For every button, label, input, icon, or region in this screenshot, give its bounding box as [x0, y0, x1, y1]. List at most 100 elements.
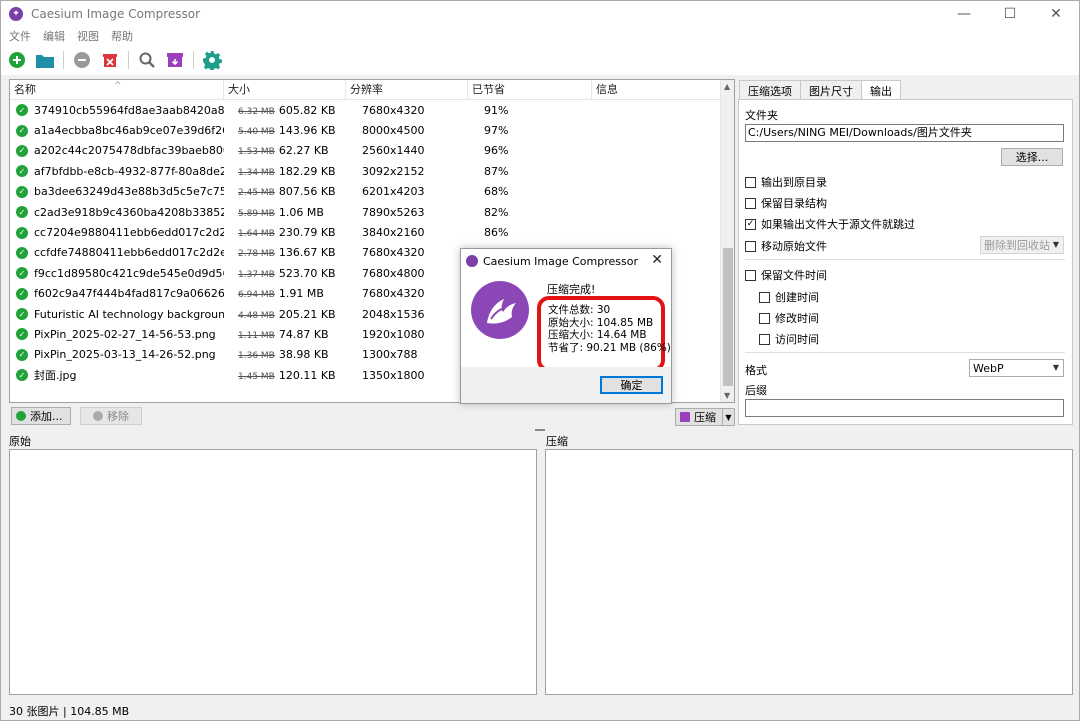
chevron-down-icon: ▼ [1052, 240, 1059, 249]
original-size: 1.34 MB [238, 167, 275, 178]
column-name-label: 名称 [14, 83, 36, 96]
compressed-size: 143.96 KB [278, 124, 336, 138]
folder-path-input[interactable]: C:/Users/NING MEI/Downloads/图片文件夹 [745, 124, 1064, 142]
created-date-checkbox[interactable]: 创建时间 [759, 289, 819, 305]
format-select[interactable]: WebP ▼ [969, 359, 1064, 377]
toolbar-divider [193, 51, 194, 69]
menu-bar: 文件 编辑 视图 帮助 [1, 27, 1079, 45]
app-window: ✦ Caesium Image Compressor — ☐ ✕ 文件 编辑 视… [0, 0, 1080, 721]
column-info-header[interactable]: 信息 [592, 80, 722, 100]
compressed-size-text: 压缩大小: 14.64 MB [548, 329, 647, 342]
checkmark-icon: ✓ [745, 218, 756, 230]
close-button[interactable]: ✕ [1033, 1, 1079, 27]
saved-text: 节省了: 90.21 MB (86%) [548, 341, 671, 354]
compress-archive-icon[interactable] [165, 50, 185, 70]
choose-folder-button[interactable]: 选择... [1001, 148, 1063, 166]
file-size-cell: 5.89 MB 1.06 MB [224, 206, 346, 219]
file-name: f602c9a47f444b4fad817c9a066266c9.jp [34, 287, 224, 301]
checkbox-box [745, 269, 756, 281]
suffix-input[interactable] [745, 399, 1064, 417]
splitter-handle[interactable] [535, 429, 545, 431]
move-original-checkbox[interactable]: 移动原始文件 [745, 238, 827, 254]
table-row[interactable]: ✓a1a4ecbba8bc46ab9ce07e39d6f264905.40 MB… [10, 120, 722, 140]
file-size-cell: 6.94 MB 1.91 MB [224, 287, 346, 300]
keep-dates-checkbox[interactable]: 保留文件时间 [745, 267, 827, 283]
keep-structure-checkbox[interactable]: 保留目录结构 [745, 195, 827, 211]
compressed-size: 1.06 MB [278, 205, 324, 219]
checkbox-label: 如果输出文件大于源文件就跳过 [761, 218, 915, 231]
checkbox-label: 输出到原目录 [761, 176, 827, 189]
compressed-size: 807.56 KB [278, 185, 336, 199]
file-name: f9cc1d89580c421c9de545e0d9d56266. [34, 266, 224, 280]
close-icon[interactable]: ✕ [651, 252, 663, 268]
completion-dialog: Caesium Image Compressor ✕ 压缩完成! 文件总数: 3… [460, 248, 672, 404]
original-size: 5.89 MB [238, 208, 275, 219]
scrollbar-thumb[interactable] [723, 248, 733, 386]
minimize-button[interactable]: — [941, 1, 987, 27]
gear-icon[interactable] [202, 50, 222, 70]
column-name-header[interactable]: 名称 ^ [10, 80, 224, 100]
check-circle-icon: ✓ [16, 369, 28, 382]
remove-icon[interactable] [72, 50, 92, 70]
file-name-cell: ✓ PixPin_2025-02-27_14-56-53.png [10, 328, 224, 341]
original-size: 1.64 MB [238, 229, 275, 240]
column-size-header[interactable]: 大小 [224, 80, 346, 100]
modified-date-checkbox[interactable]: 修改时间 [759, 310, 819, 326]
file-name: 374910cb55964fd8ae3aab8420a82bdf. [34, 103, 224, 117]
title-bar: ✦ Caesium Image Compressor — ☐ ✕ [1, 1, 1079, 27]
ok-button[interactable]: 确定 [600, 376, 663, 394]
table-row[interactable]: ✓374910cb55964fd8ae3aab8420a82bdf.6.32 M… [10, 100, 722, 120]
menu-view[interactable]: 视图 [77, 28, 99, 44]
file-name-cell: ✓ 374910cb55964fd8ae3aab8420a82bdf. [10, 104, 224, 117]
table-row[interactable]: ✓af7bfdbb-e8cb-4932-877f-80a8de21411.34 … [10, 161, 722, 181]
move-target-value: 删除到回收站 [984, 239, 1050, 252]
file-name-cell: ✓ Futuristic AI technology background fo [10, 308, 224, 321]
scroll-down-icon[interactable]: ▼ [724, 391, 730, 400]
add-folder-icon[interactable] [35, 50, 55, 70]
file-size-cell: 1.45 MB 120.11 KB [224, 369, 346, 382]
menu-edit[interactable]: 编辑 [43, 28, 65, 44]
check-circle-icon: ✓ [16, 185, 28, 198]
saved-cell: 96% [484, 144, 509, 158]
checkbox-box [759, 291, 770, 303]
tab-image-size[interactable]: 图片尺寸 [800, 80, 862, 100]
resolution-cell: 1920x1080 [362, 327, 425, 341]
accessed-date-checkbox[interactable]: 访问时间 [759, 331, 819, 347]
file-name-cell: ✓ 封面.jpg [10, 367, 224, 383]
table-row[interactable]: ✓ba3dee63249d43e88b3d5c5e7c75ef232.45 MB… [10, 182, 722, 202]
compress-dropdown-icon[interactable]: ▼ [722, 409, 734, 425]
resolution-cell: 7680x4320 [362, 246, 425, 260]
add-files-icon[interactable] [7, 50, 27, 70]
table-row[interactable]: ✓c2ad3e918b9c4360ba4208b3385239ce5.89 MB… [10, 202, 722, 222]
output-to-original-checkbox[interactable]: 输出到原目录 [745, 174, 827, 190]
resolution-cell: 7680x4320 [362, 287, 425, 301]
original-preview-pane [9, 449, 537, 695]
clear-list-icon[interactable] [100, 50, 120, 70]
file-size-cell: 5.40 MB 143.96 KB [224, 124, 346, 137]
tab-compression-options[interactable]: 压缩选项 [739, 80, 801, 100]
file-size-cell: 6.32 MB 605.82 KB [224, 104, 346, 117]
original-size: 1.45 MB [238, 371, 275, 382]
add-button[interactable]: 添加... [11, 407, 71, 425]
file-name-cell: ✓ PixPin_2025-03-13_14-26-52.png [10, 348, 224, 361]
file-name: 封面.jpg [34, 369, 77, 383]
column-saved-header[interactable]: 已节省 [468, 80, 592, 100]
tab-output[interactable]: 输出 [861, 80, 901, 101]
checkbox-box [759, 312, 770, 324]
column-resolution-header[interactable]: 分辨率 [346, 80, 468, 100]
search-icon[interactable] [137, 50, 157, 70]
checkbox-label: 移动原始文件 [761, 240, 827, 253]
total-files-text: 文件总数: 30 [548, 304, 611, 316]
skip-if-larger-checkbox[interactable]: ✓ 如果输出文件大于源文件就跳过 [745, 216, 915, 232]
table-row[interactable]: ✓a202c44c2075478dbfac39baeb800046.1.53 M… [10, 141, 722, 161]
maximize-button[interactable]: ☐ [987, 1, 1033, 27]
table-row[interactable]: ✓cc7204e9880411ebb6edd017c2d2eca2 1.64 MB… [10, 222, 722, 242]
file-name-cell: ✓ cc7204e9880411ebb6edd017c2d2eca2 [10, 226, 224, 239]
scroll-up-icon[interactable]: ▲ [724, 82, 730, 91]
compress-button[interactable]: 压缩 ▼ [675, 408, 735, 426]
remove-button[interactable]: 移除 [80, 407, 142, 425]
menu-file[interactable]: 文件 [9, 28, 31, 44]
table-scrollbar[interactable]: ▲ ▼ [720, 80, 734, 402]
menu-help[interactable]: 帮助 [111, 28, 133, 44]
compressed-size: 182.29 KB [278, 164, 336, 178]
